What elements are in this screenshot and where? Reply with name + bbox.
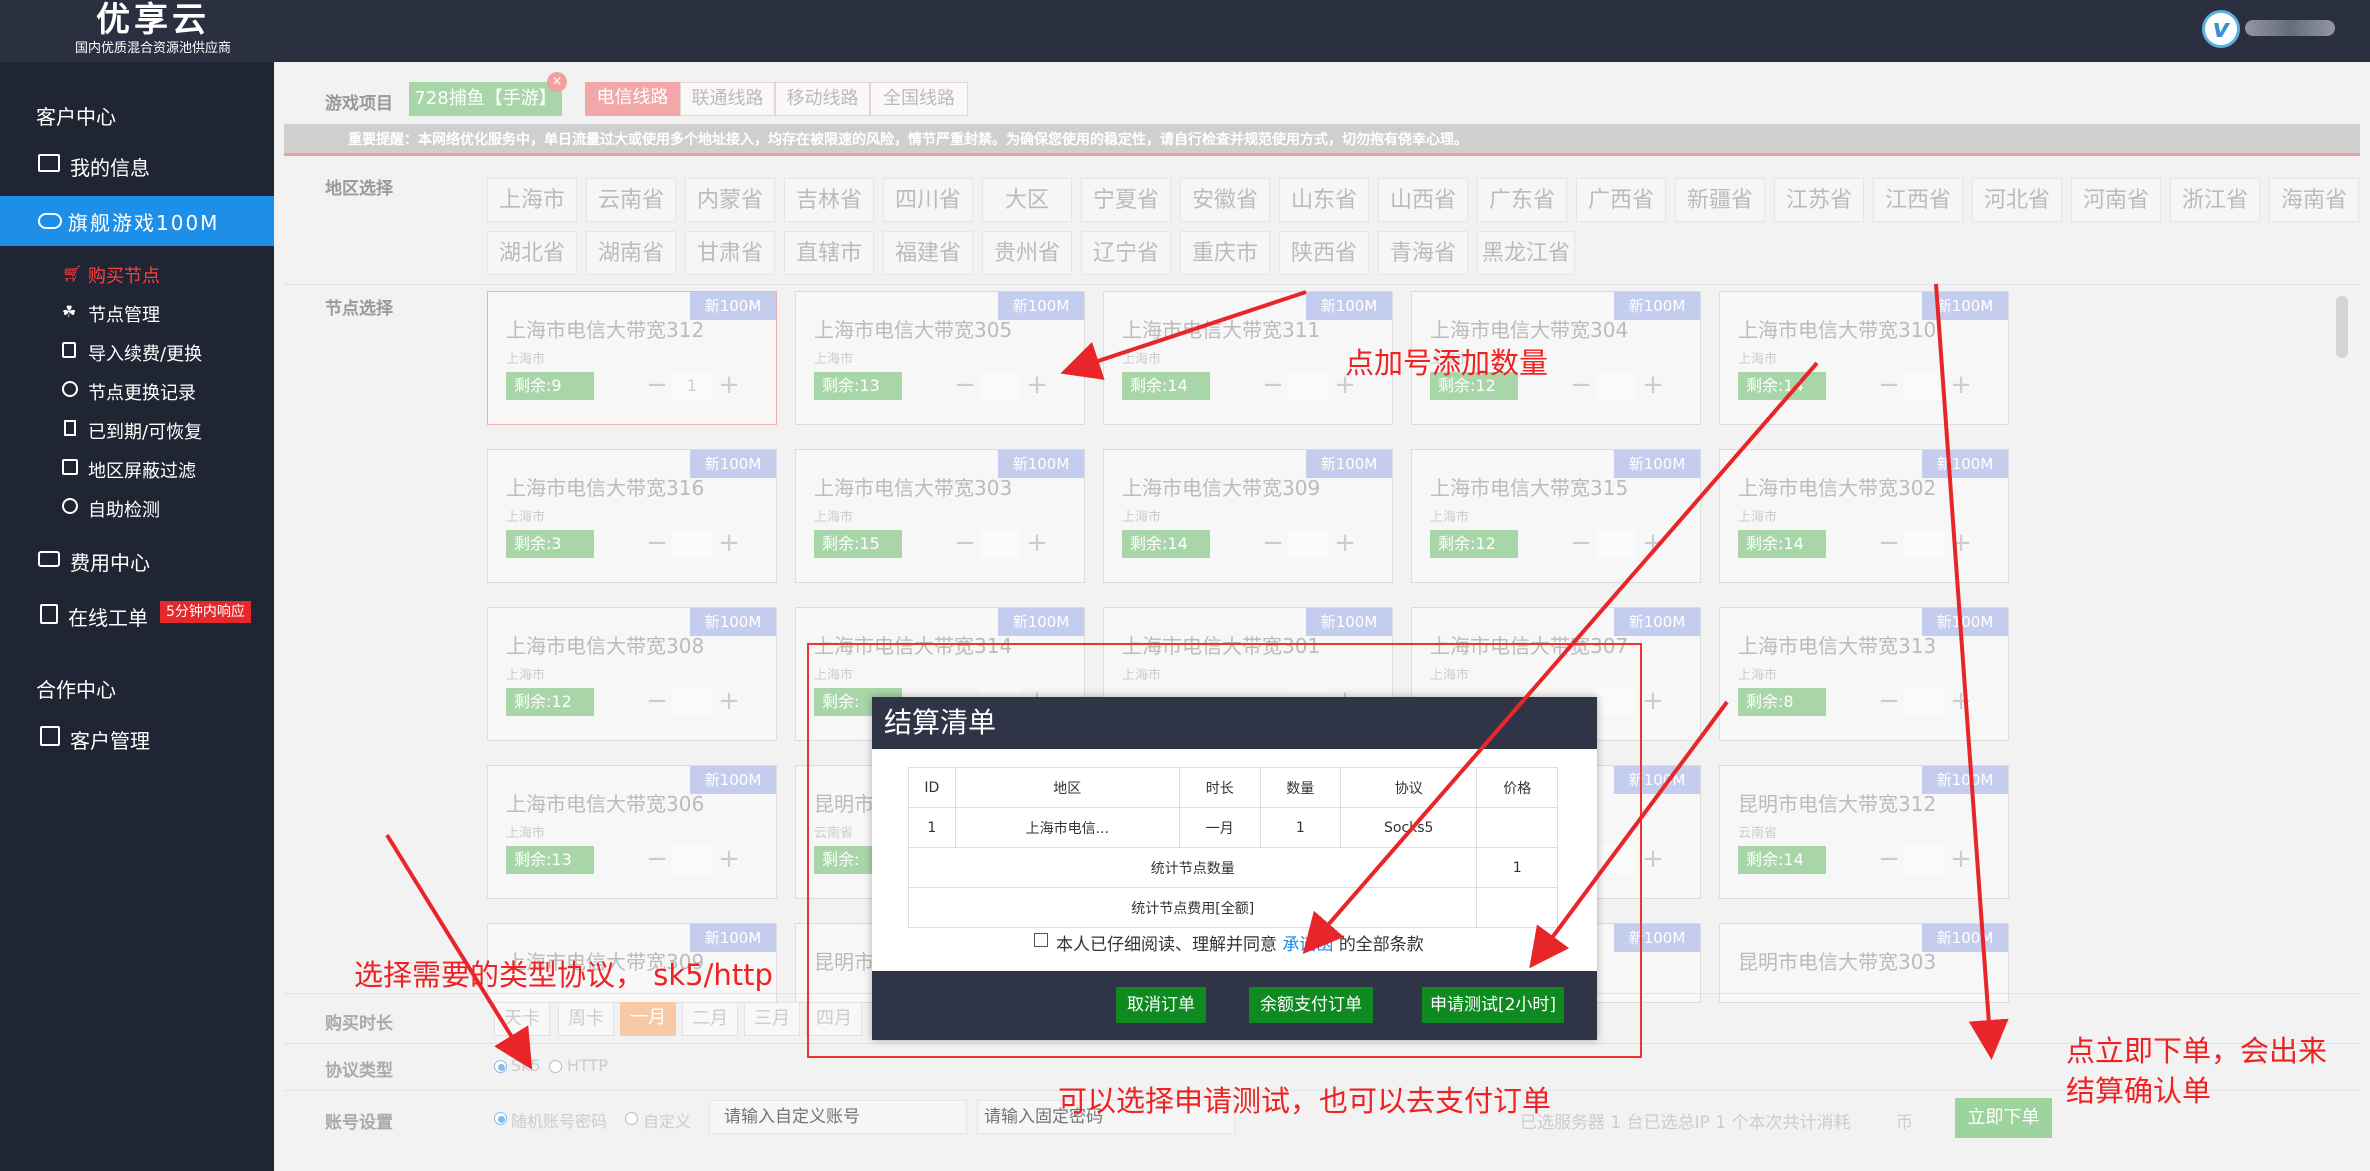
- annotation-order: 点立即下单，会出来 结算确认单: [2066, 1034, 2328, 1108]
- arrow-to-plus: [1060, 290, 1307, 380]
- annotation-protocol: 选择需要的类型协议， sk5/http: [354, 958, 773, 992]
- annotation-plus: 点加号添加数量: [1345, 346, 1549, 380]
- annotation-test: 可以选择申请测试，也可以去支付订单: [1058, 1084, 1552, 1118]
- arrow-to-test: [1529, 700, 1729, 969]
- arrow-to-protocol: [385, 833, 533, 1070]
- annotation-arrows: [385, 283, 2009, 1070]
- arrow-to-submit: [1934, 283, 2009, 1060]
- arrow-to-agree: [1302, 361, 1819, 955]
